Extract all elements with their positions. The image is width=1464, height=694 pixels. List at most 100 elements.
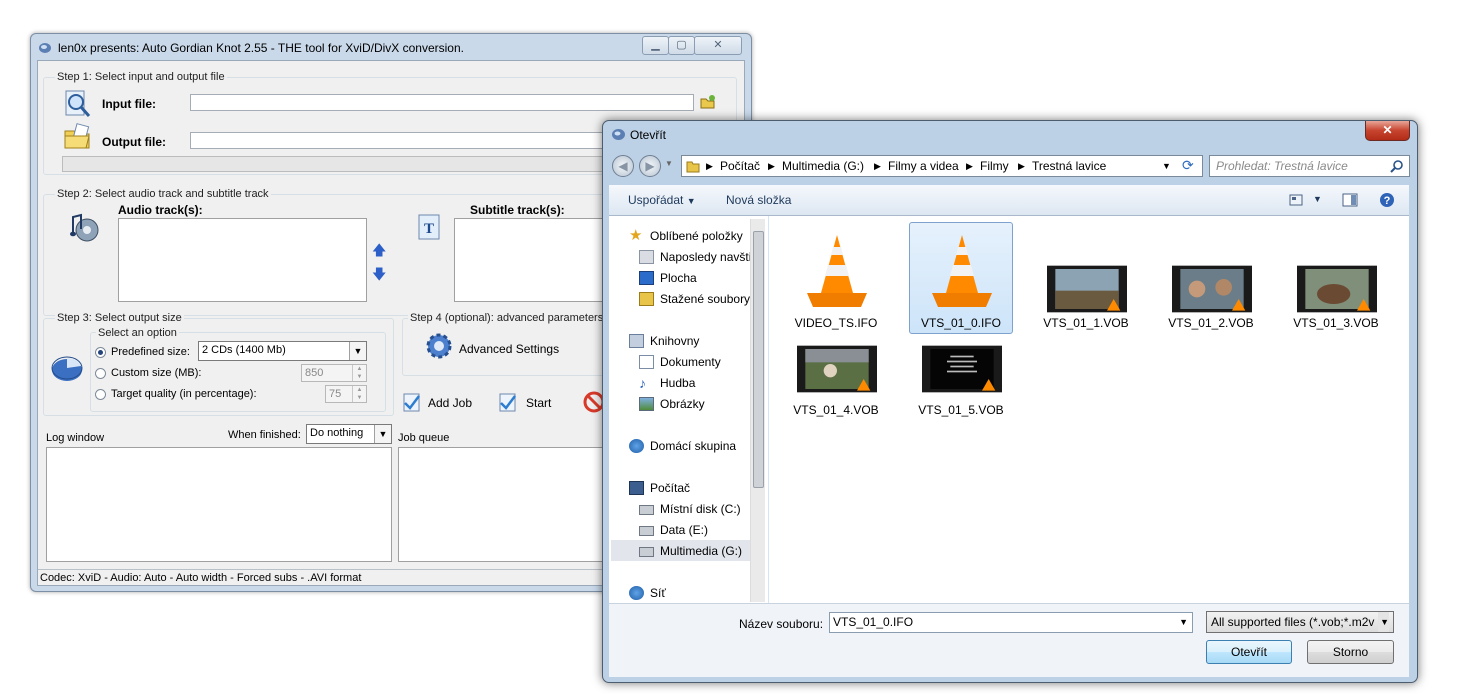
new-folder-button[interactable]: Nová složka — [726, 193, 791, 207]
filename-input[interactable]: VTS_01_0.IFO ▼ — [829, 612, 1193, 633]
file-item[interactable]: VTS_01_3.VOB — [1284, 222, 1388, 334]
step1-label: Step 1: Select input and output file — [55, 71, 227, 83]
preview-pane-icon[interactable] — [1342, 193, 1358, 207]
breadcrumb-item[interactable]: Počítač — [720, 159, 760, 173]
homegroup-icon — [629, 439, 644, 453]
filename-label: Název souboru: — [739, 617, 824, 631]
log-window[interactable] — [46, 447, 392, 562]
predefined-size-select[interactable]: 2 CDs (1400 Mb) ▼ — [198, 341, 367, 361]
forward-button[interactable]: ▶ — [639, 155, 661, 177]
pictures-icon — [639, 397, 654, 411]
breadcrumb-item[interactable]: Filmy a videa — [888, 159, 959, 173]
spinner-arrows-icon[interactable]: ▲ ▼ — [352, 365, 366, 381]
file-name: VTS_01_4.VOB — [793, 403, 879, 417]
nav-favorites-label: Oblíbené položky — [650, 229, 743, 243]
close-button[interactable]: ✕ — [1365, 121, 1410, 141]
move-up-icon[interactable]: 🡅 — [372, 240, 386, 264]
target-quality-value: 75 — [329, 388, 342, 400]
advanced-settings-label[interactable]: Advanced Settings — [459, 342, 559, 356]
breadcrumb-item[interactable]: Multimedia (G:) — [782, 159, 864, 173]
file-item[interactable]: VIDEO_TS.IFO — [784, 222, 888, 334]
back-button[interactable]: ◀ — [612, 155, 634, 177]
search-input[interactable]: Prohledat: Trestná lavice — [1209, 155, 1410, 177]
chevron-down-icon[interactable]: ▼ — [1179, 613, 1188, 632]
navigation-pane: ★ Oblíbené položky Naposledy navšti Ploch… — [609, 216, 769, 603]
title-buttons: ▁ ▢ ✕ — [642, 36, 742, 55]
nav-drive-c-label: Místní disk (C:) — [660, 502, 741, 516]
file-name: VTS_01_0.IFO — [920, 316, 1002, 330]
when-finished-label: When finished: — [228, 429, 301, 441]
file-item[interactable]: VTS_01_1.VOB — [1034, 222, 1138, 334]
move-down-icon[interactable]: 🡇 — [372, 264, 386, 288]
recent-pages-icon[interactable]: ▼ — [665, 159, 673, 168]
video-thumbnail-icon — [1297, 265, 1377, 313]
open-dialog: Otevřít ✕ ◀ ▶ ▼ ▶ Počítač ▶ Multimedia (… — [602, 120, 1418, 683]
nav-scrollbar[interactable] — [750, 219, 765, 602]
chevron-right-icon: ▶ — [706, 161, 713, 171]
start-icon[interactable] — [497, 391, 519, 413]
gear-icon[interactable] — [424, 331, 454, 361]
computer-icon — [629, 481, 644, 495]
music-icon: ♪ — [639, 375, 646, 391]
filetype-value: All supported files (*.vob;*.m2v — [1211, 615, 1375, 629]
job-queue-list[interactable] — [398, 447, 608, 562]
audio-tracks-list[interactable] — [118, 218, 367, 302]
add-job-button[interactable]: Add Job — [428, 396, 472, 410]
app-icon — [612, 129, 625, 140]
desktop-icon — [639, 271, 654, 285]
step2-label: Step 2: Select audio track and subtitle … — [55, 188, 271, 200]
start-button[interactable]: Start — [526, 396, 551, 410]
search-icon[interactable] — [1390, 159, 1404, 173]
audio-icon — [70, 213, 99, 242]
view-icon[interactable] — [1289, 194, 1303, 206]
chevron-down-icon[interactable]: ▼ — [1162, 161, 1171, 171]
maximize-button[interactable]: ▢ — [668, 36, 695, 55]
predefined-size-label: Predefined size: — [111, 346, 190, 358]
chevron-down-icon: ▼ — [1378, 612, 1389, 632]
nav-documents-label: Dokumenty — [660, 355, 721, 369]
folder-icon — [686, 161, 700, 173]
window-title: len0x presents: Auto Gordian Knot 2.55 -… — [58, 41, 464, 55]
file-name: VTS_01_2.VOB — [1168, 316, 1254, 330]
organize-label: Uspořádat — [628, 193, 684, 207]
input-file-field[interactable] — [190, 94, 694, 111]
log-window-label: Log window — [46, 432, 105, 444]
close-button[interactable]: ✕ — [694, 36, 742, 55]
output-file-label: Output file: — [102, 135, 166, 149]
drive-icon — [639, 526, 654, 536]
open-button[interactable]: Otevřít — [1206, 640, 1292, 664]
file-item[interactable]: VTS_01_0.IFO — [909, 222, 1013, 334]
dialog-toolbar: Uspořádat ▼ Nová složka ▼ ? — [609, 185, 1409, 216]
file-item[interactable]: VTS_01_5.VOB — [909, 334, 1013, 446]
custom-size-radio[interactable] — [95, 368, 106, 379]
subtitle-tracks-list[interactable] — [454, 218, 604, 302]
organize-button[interactable]: Uspořádat ▼ — [628, 193, 696, 207]
address-bar[interactable]: ▶ Počítač ▶ Multimedia (G:) ▶ Filmy a vi… — [681, 155, 1203, 177]
file-item[interactable]: VTS_01_4.VOB — [784, 334, 888, 446]
chevron-down-icon[interactable]: ▼ — [1313, 194, 1322, 204]
refresh-icon[interactable]: ⟳ — [1182, 157, 1194, 174]
output-file-field[interactable] — [190, 132, 610, 149]
predefined-size-radio[interactable] — [95, 347, 106, 358]
breadcrumb-item[interactable]: Filmy — [980, 159, 1009, 173]
svg-text:?: ? — [1384, 195, 1391, 207]
browse-folder-icon[interactable] — [699, 93, 717, 111]
target-quality-spinner[interactable]: 75 ▲ ▼ — [325, 385, 367, 403]
nav-scroll-thumb[interactable] — [753, 231, 764, 488]
add-job-icon[interactable] — [401, 391, 423, 413]
pie-size-icon — [51, 356, 83, 381]
drive-icon — [639, 505, 654, 515]
custom-size-spinner[interactable]: 850 ▲ ▼ — [301, 364, 367, 382]
minimize-button[interactable]: ▁ — [642, 36, 669, 55]
when-finished-value: Do nothing — [310, 427, 364, 439]
breadcrumb-item[interactable]: Trestná lavice — [1032, 159, 1106, 173]
filetype-select[interactable]: All supported files (*.vob;*.m2v ▼ — [1206, 611, 1394, 633]
when-finished-select[interactable]: Do nothing ▼ — [306, 424, 392, 444]
help-icon[interactable]: ? — [1379, 192, 1395, 208]
chevron-right-icon: ▶ — [874, 161, 881, 171]
file-item[interactable]: VTS_01_2.VOB — [1159, 222, 1263, 334]
target-quality-radio[interactable] — [95, 389, 106, 400]
spinner-arrows-icon[interactable]: ▲ ▼ — [352, 386, 366, 402]
cancel-button[interactable]: Storno — [1307, 640, 1394, 664]
chevron-right-icon: ▶ — [966, 161, 973, 171]
